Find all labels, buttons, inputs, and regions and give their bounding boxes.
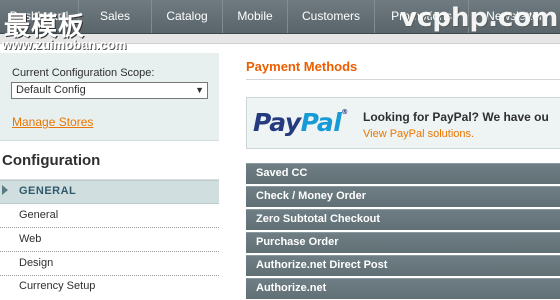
section-label: Purchase Order [256, 236, 339, 248]
sidebar-item-general[interactable]: General [0, 204, 219, 228]
section-zero-subtotal-checkout[interactable]: Zero Subtotal Checkout [246, 209, 560, 230]
page-title: Payment Methods [246, 59, 358, 74]
nav-item-sales[interactable]: Sales [79, 0, 152, 33]
sidebar-item-label: Design [19, 257, 54, 269]
sidebar-item-label: Web [19, 233, 42, 245]
sidebar-item-label: General [19, 209, 59, 221]
scope-select[interactable]: Default Config ▼ [11, 82, 208, 99]
triangle-right-icon [2, 185, 8, 195]
paypal-promo-heading: Looking for PayPal? We have ou [363, 110, 549, 124]
section-label: Saved CC [256, 167, 308, 179]
paypal-logo: PayPal® [253, 108, 348, 137]
title-divider [246, 79, 560, 80]
paypal-solutions-link[interactable]: View PayPal solutions. [363, 128, 474, 140]
chevron-down-icon: ▼ [195, 85, 204, 95]
scope-select-value: Default Config [16, 84, 86, 96]
section-label: Authorize.net [256, 282, 327, 294]
section-authorize-net-direct-post[interactable]: Authorize.net Direct Post [246, 255, 560, 276]
section-label: Zero Subtotal Checkout [256, 213, 381, 225]
section-saved-cc[interactable]: Saved CC [246, 163, 560, 184]
manage-stores-link[interactable]: Manage Stores [12, 115, 93, 129]
paypal-promo-box: PayPal® Looking for PayPal? We have ou V… [246, 97, 560, 149]
nav-item-customers[interactable]: Customers [288, 0, 375, 33]
section-label: Check / Money Order [256, 190, 367, 202]
sidebar-item-web[interactable]: Web [0, 228, 219, 252]
sidebar-item-label: Currency Setup [19, 280, 96, 292]
config-heading-box: Configuration [0, 141, 219, 180]
sidebar-group-label: GENERAL [19, 185, 77, 197]
section-check-money-order[interactable]: Check / Money Order [246, 186, 560, 207]
config-sidebar: Current Configuration Scope: Default Con… [0, 53, 219, 300]
main-content: Payment Methods PayPal® Looking for PayP… [230, 53, 560, 300]
sidebar-group-general[interactable]: GENERAL [0, 180, 219, 204]
watermark-url: www.zuimoban.com [2, 37, 127, 52]
watermark-right: vcphp.com [400, 3, 559, 33]
config-title: Configuration [2, 152, 101, 169]
scope-switcher-box: Current Configuration Scope: Default Con… [0, 53, 219, 141]
sidebar-item-design[interactable]: Design [0, 252, 219, 276]
scope-label: Current Configuration Scope: [12, 67, 155, 79]
section-label: Authorize.net Direct Post [256, 259, 388, 271]
section-authorize-net[interactable]: Authorize.net [246, 278, 560, 299]
section-purchase-order[interactable]: Purchase Order [246, 232, 560, 253]
sidebar-item-currency-setup[interactable]: Currency Setup [0, 275, 219, 298]
nav-item-catalog[interactable]: Catalog [152, 0, 223, 33]
nav-item-mobile[interactable]: Mobile [223, 0, 288, 33]
